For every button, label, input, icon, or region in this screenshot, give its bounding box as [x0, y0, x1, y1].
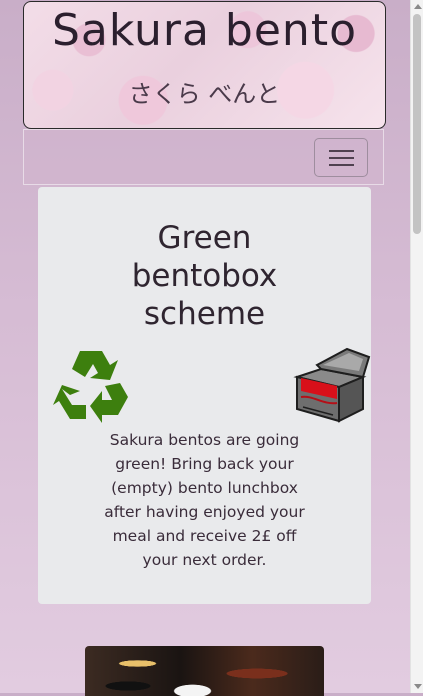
scroll-up-icon[interactable]	[414, 4, 422, 9]
scroll-down-icon[interactable]	[414, 684, 422, 689]
promo-heading: Green bentobox scheme	[131, 220, 278, 332]
brand-subtitle: さくら べんと	[128, 80, 281, 108]
brand-title: Sakura bento	[51, 5, 357, 56]
promo-description: Sakura bentos are going green! Bring bac…	[104, 431, 305, 569]
header-banner: Sakura bento さくら べんと	[23, 1, 386, 129]
scrollbar-thumb[interactable]	[413, 14, 421, 234]
green-scheme-card: Green bentobox scheme Sakura bentos are …	[38, 187, 371, 604]
navbar	[23, 129, 384, 185]
recycle-icon	[53, 351, 128, 423]
vertical-scrollbar[interactable]	[410, 0, 423, 693]
bento-box-icon	[293, 347, 371, 423]
page: Sakura bento さくら べんと Green bentobox sche…	[0, 0, 410, 696]
menu-toggle-button[interactable]	[314, 138, 368, 177]
bento-food-photo	[85, 646, 324, 696]
